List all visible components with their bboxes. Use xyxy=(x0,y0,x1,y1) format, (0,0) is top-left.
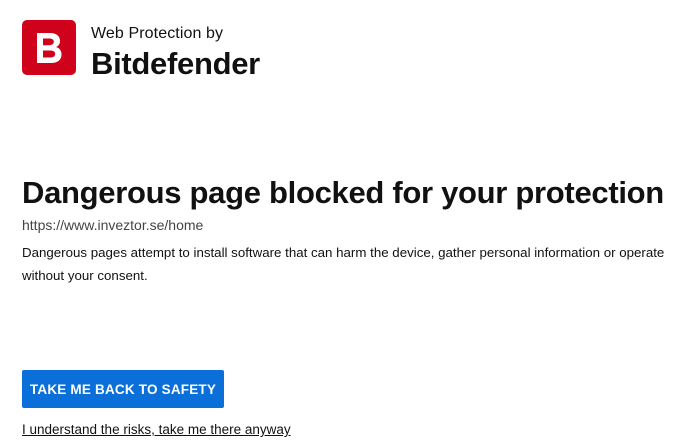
back-to-safety-button[interactable]: TAKE ME BACK TO SAFETY xyxy=(22,370,224,408)
bitdefender-b-icon xyxy=(37,32,62,63)
blocked-url: https://www.inveztor.se/home xyxy=(22,217,204,233)
brand-block: Web Protection by Bitdefender xyxy=(91,24,260,82)
bitdefender-logo xyxy=(22,20,76,75)
warning-description: Dangerous pages attempt to install softw… xyxy=(22,245,665,283)
proceed-anyway-link[interactable]: I understand the risks, take me there an… xyxy=(22,421,291,439)
page-title: Dangerous page blocked for your protecti… xyxy=(22,175,664,210)
brand-name: Bitdefender xyxy=(91,46,260,81)
brand-subtitle: Web Protection by xyxy=(91,25,224,42)
